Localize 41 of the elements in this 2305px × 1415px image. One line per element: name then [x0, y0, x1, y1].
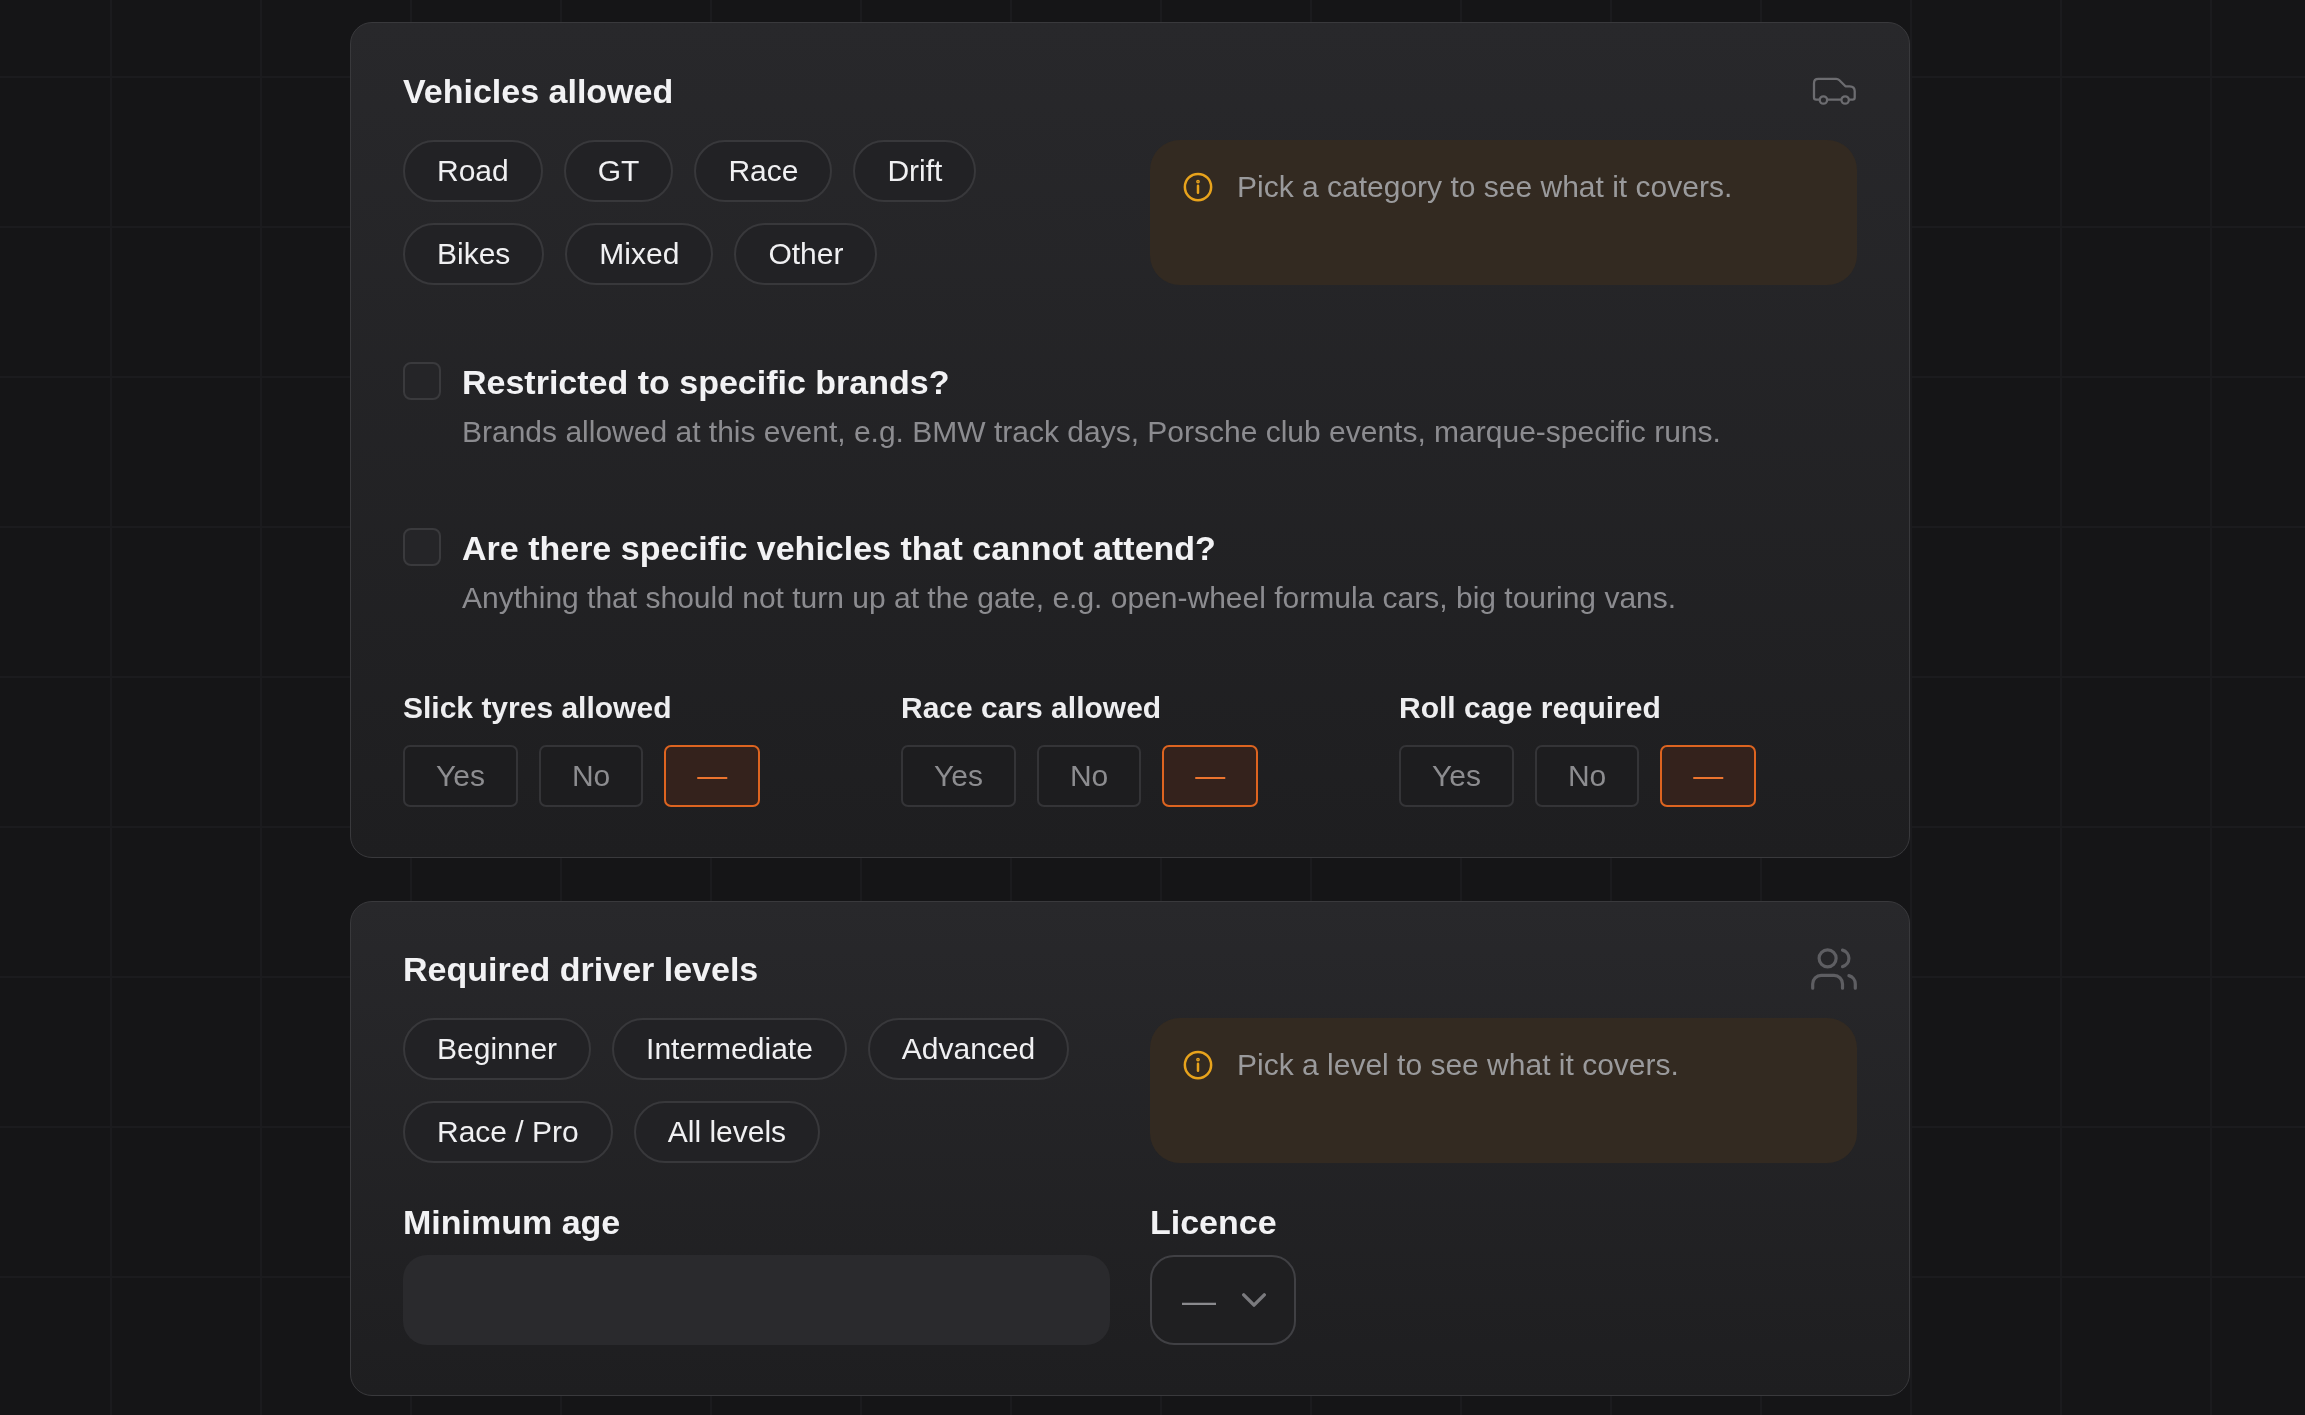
- question-description: Brands allowed at this event, e.g. BMW track days, Porsche club events, marque-specific runs.: [462, 414, 1722, 450]
- card-title: Vehicles allowed: [403, 71, 674, 111]
- field-label: Licence: [1150, 1202, 1278, 1242]
- toggle-label: Roll cage required: [1399, 693, 1662, 723]
- field-label: Minimum age: [403, 1202, 622, 1242]
- people-icon: [1811, 948, 1857, 990]
- info-text: Pick a category to see what it covers.: [1237, 169, 1733, 205]
- option-button[interactable]: —: [664, 745, 761, 807]
- level-chip[interactable]: All levels: [633, 1101, 821, 1163]
- card-title: Required driver levels: [403, 949, 759, 989]
- toggle-label: Race cars allowed: [901, 693, 1163, 723]
- info-icon: [1183, 172, 1213, 202]
- option-button[interactable]: Yes: [1399, 745, 1514, 807]
- level-chip[interactable]: Intermediate: [612, 1018, 847, 1080]
- option-button[interactable]: —: [1162, 745, 1259, 807]
- level-chip[interactable]: Beginner: [403, 1018, 592, 1080]
- licence-select[interactable]: —: [1150, 1255, 1296, 1345]
- info-text: Pick a level to see what it covers.: [1237, 1047, 1679, 1083]
- toggle-label: Slick tyres allowed: [403, 693, 673, 723]
- category-chip[interactable]: Race: [694, 140, 833, 202]
- option-button[interactable]: No: [1534, 745, 1640, 807]
- chevron-down-icon: [1242, 1293, 1266, 1307]
- question-title: Restricted to specific brands?: [462, 362, 951, 402]
- level-chip[interactable]: Race / Pro: [403, 1101, 613, 1163]
- level-chip[interactable]: Advanced: [867, 1018, 1070, 1080]
- option-button[interactable]: Yes: [901, 745, 1016, 807]
- category-chip[interactable]: Other: [734, 223, 878, 285]
- car-icon: [1811, 76, 1857, 106]
- category-chip[interactable]: GT: [563, 140, 674, 202]
- option-button[interactable]: No: [538, 745, 644, 807]
- category-chip[interactable]: Drift: [853, 140, 977, 202]
- question-title: Are there specific vehicles that cannot attend?: [462, 528, 1217, 568]
- option-button[interactable]: —: [1660, 745, 1757, 807]
- option-button[interactable]: Yes: [403, 745, 518, 807]
- info-icon: [1183, 1050, 1213, 1080]
- option-button[interactable]: No: [1036, 745, 1142, 807]
- category-chip[interactable]: Road: [403, 140, 543, 202]
- category-chip[interactable]: Mixed: [565, 223, 714, 285]
- question-description: Anything that should not turn up at the gate, e.g. open-wheel formula cars, big touring vans.: [462, 580, 1678, 616]
- checkbox[interactable]: [403, 528, 441, 566]
- category-chip[interactable]: Bikes: [403, 223, 545, 285]
